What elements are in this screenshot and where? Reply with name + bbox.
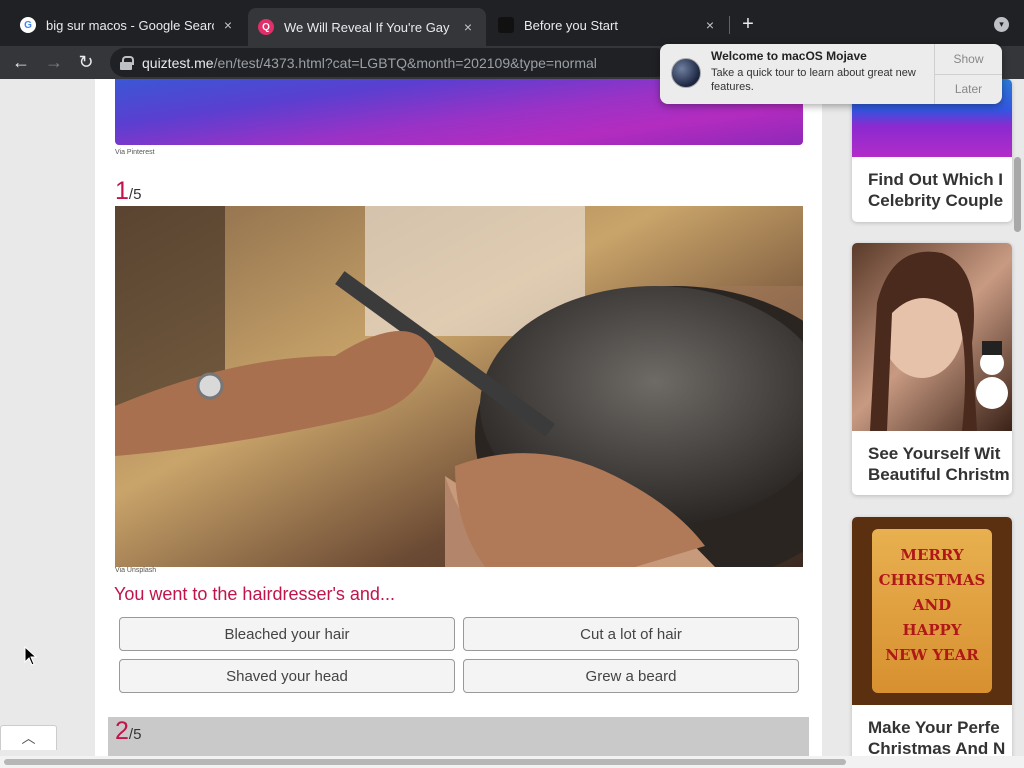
tab-strip: G big sur macos - Google Search × Q We W… [0,0,1024,46]
vertical-scrollbar[interactable] [1011,79,1024,759]
tab-quiz[interactable]: Q We Will Reveal If You're Gay Ba × [248,8,486,46]
card-title-line: Celebrity Couple [868,191,1004,210]
close-tab-icon[interactable]: × [702,17,718,33]
tab-title: We Will Reveal If You're Gay Ba [284,19,454,35]
site-icon [498,17,514,33]
notification-text: Take a quick tour to learn about great n… [711,67,916,93]
web-page: Via Pinterest 1/5 Via Unsplash You went … [0,79,1024,759]
new-tab-button[interactable]: + [738,14,758,34]
chevron-up-icon[interactable]: ︿ [0,725,57,750]
forward-icon[interactable]: → [42,50,66,74]
answer-button[interactable]: Bleached your hair [119,617,455,651]
card-title-line: Find Out Which I [868,170,1004,189]
card-image-christmas: MERRY CHRISTMAS AND HAPPY NEW YEAR [852,517,1012,705]
show-button[interactable]: Show [935,44,1002,74]
url-text[interactable]: quiztest.me/en/test/4373.html?cat=LGBTQ&… [142,55,597,71]
later-button[interactable]: Later [935,73,1002,105]
notification-title: Welcome to macOS Mojave [711,49,867,63]
tab-search-icon[interactable]: ▾ [994,17,1009,32]
card-image-text: HAPPY [902,621,962,639]
card-image-text: MERRY [900,546,964,564]
answer-button[interactable]: Shaved your head [119,659,455,693]
card-image-text: NEW YEAR [885,646,979,664]
next-question-header: 2/5 [108,717,809,759]
question-image-barber [115,206,803,567]
tab-google-search[interactable]: G big sur macos - Google Search × [10,8,246,42]
image-credit: Via Pinterest [115,149,155,156]
tab-title: Before you Start [524,17,618,33]
question-number: 2/5 [115,717,142,745]
card-title-line: See Yourself Wit [868,444,1001,463]
mojave-icon [671,58,701,88]
tab-title: big sur macos - Google Search [46,17,214,33]
tab-before-you-start[interactable]: Before you Start × [488,8,728,42]
lock-icon[interactable] [120,55,134,70]
close-tab-icon[interactable]: × [460,19,476,35]
question-number: 1/5 [115,177,142,205]
tab-divider [729,16,730,34]
card-title-line: Make Your Perfe [868,718,1000,737]
horizontal-scrollbar[interactable] [0,756,1024,768]
mouse-cursor-icon [24,646,38,666]
reload-icon[interactable]: ↻ [74,50,98,74]
scrollbar-thumb[interactable] [4,759,846,765]
quiztest-icon: Q [258,19,274,35]
google-icon: G [20,17,36,33]
answer-button[interactable]: Cut a lot of hair [463,617,799,651]
address-bar[interactable]: quiztest.me/en/test/4373.html?cat=LGBTQ&… [110,48,670,77]
image-credit: Via Unsplash [115,567,157,574]
back-icon[interactable]: ← [9,50,33,74]
card-image-text: CHRISTMAS [878,571,986,589]
quiz-content: Via Pinterest 1/5 Via Unsplash You went … [95,79,822,759]
recommended-sidebar: Find Out Which I Celebrity Couple See Yo… [838,79,1024,759]
recommended-card[interactable]: See Yourself Wit Beautiful Christm [852,243,1012,495]
close-tab-icon[interactable]: × [220,17,236,33]
scrollbar-thumb[interactable] [1014,157,1021,232]
card-title-line: Beautiful Christm [868,465,1010,484]
answer-button[interactable]: Grew a beard [463,659,799,693]
card-image-text: AND [912,596,952,614]
macos-notification[interactable]: Welcome to macOS Mojave Take a quick tou… [660,44,1002,104]
card-image-portrait [852,243,1012,431]
recommended-card[interactable]: MERRY CHRISTMAS AND HAPPY NEW YEAR Make … [852,517,1012,759]
question-text: You went to the hairdresser's and... [114,584,395,604]
